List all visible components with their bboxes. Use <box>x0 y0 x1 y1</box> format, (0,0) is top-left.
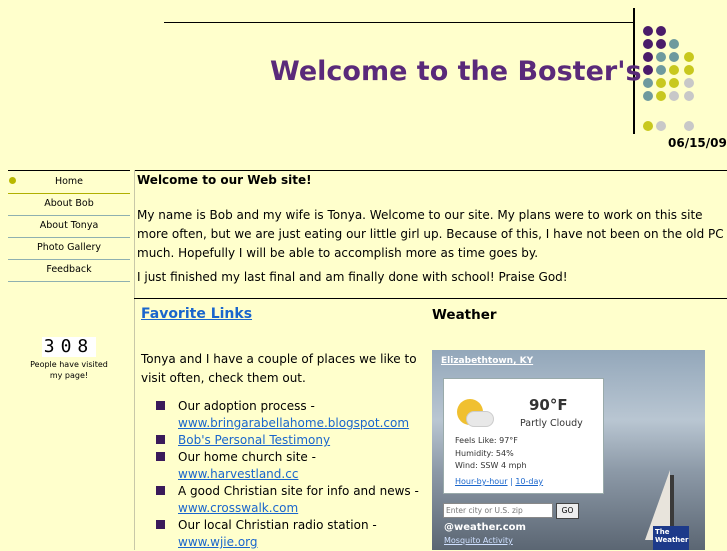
decorative-dot <box>643 26 653 36</box>
weather-forecast-links: Hour-by-hour | 10-day <box>455 477 543 486</box>
decorative-dot <box>684 78 694 88</box>
list-item: Bob's Personal Testimony <box>156 432 426 449</box>
decorative-dot <box>643 52 653 62</box>
decorative-dot <box>643 121 653 131</box>
nav-item-label: About Tonya <box>39 220 99 231</box>
nav-item-about-bob[interactable]: About Bob <box>8 194 130 216</box>
list-item: A good Christian site for info and news … <box>156 483 426 517</box>
nav-item-about-tonya[interactable]: About Tonya <box>8 216 130 238</box>
decorative-dot <box>643 39 653 49</box>
bullet-icon <box>156 452 165 461</box>
link-radio[interactable]: www.wjie.org <box>178 535 258 549</box>
content-rule <box>134 170 727 171</box>
weather-brand: @weather.com <box>444 522 526 533</box>
link-adoption-blog[interactable]: www.bringarabellahome.blogspot.com <box>178 416 409 430</box>
decorative-dot <box>656 65 666 75</box>
weather-details: Feels Like: 97°F Humidity: 54% Wind: SSW… <box>455 435 527 473</box>
bullet-icon <box>156 520 165 529</box>
weather-location-link[interactable]: Elizabethtown, KY <box>441 356 533 366</box>
favorite-links-heading[interactable]: Favorite Links <box>141 306 252 322</box>
header-rule <box>164 22 634 23</box>
decorative-dot <box>643 91 653 101</box>
active-bullet-icon <box>9 177 16 184</box>
nav-item-label: Home <box>54 176 84 187</box>
bullet-icon <box>156 401 165 410</box>
forecast-link-separator: | <box>510 477 513 486</box>
decorative-dot <box>656 39 666 49</box>
nav-item-label: Feedback <box>46 264 92 275</box>
decorative-dot <box>656 121 666 131</box>
weather-temperature: 90°F <box>529 396 568 414</box>
link-description: Our local Christian radio station - <box>178 518 377 532</box>
weather-go-button[interactable]: GO <box>556 503 579 519</box>
weather-heading: Weather <box>432 307 497 323</box>
site-title: Welcome to the Boster's <box>270 56 642 87</box>
sidebar-rule <box>8 170 130 171</box>
welcome-intro: My name is Bob and my wife is Tonya. Wel… <box>137 208 724 260</box>
ten-day-forecast-link[interactable]: 10-day <box>515 477 543 486</box>
list-item: Our local Christian radio station - www.… <box>156 517 426 551</box>
list-item: Our adoption process - www.bringarabella… <box>156 398 426 432</box>
decorative-dot <box>656 78 666 88</box>
link-description: A good Christian site for info and news … <box>178 484 419 498</box>
sidebar-nav: Home About Bob About Tonya Photo Gallery… <box>8 172 130 282</box>
page-date: 06/15/09 <box>668 136 727 150</box>
decorative-dot <box>684 65 694 75</box>
link-description: Our adoption process - <box>178 399 315 413</box>
link-crosswalk[interactable]: www.crosswalk.com <box>178 501 298 515</box>
sidebar-divider <box>134 170 135 550</box>
nav-item-photo-gallery[interactable]: Photo Gallery <box>8 238 130 260</box>
decorative-dot-grid <box>638 26 727 136</box>
weather-condition: Partly Cloudy <box>520 418 583 429</box>
favorites-intro: Tonya and I have a couple of places we l… <box>141 352 417 385</box>
mosquito-activity-link[interactable]: Mosquito Activity <box>444 536 513 545</box>
nav-item-label: Photo Gallery <box>37 242 101 253</box>
link-church[interactable]: www.harvestland.cc <box>178 467 298 481</box>
link-description: Our home church site - <box>178 450 316 464</box>
nav-item-feedback[interactable]: Feedback <box>8 260 130 282</box>
decorative-dot <box>656 26 666 36</box>
list-item: Our home church site - www.harvestland.c… <box>156 449 426 483</box>
decorative-dot <box>684 91 694 101</box>
hit-counter-digits: 308 <box>41 336 97 357</box>
hourly-forecast-link[interactable]: Hour-by-hour <box>455 477 508 486</box>
cloud-icon <box>466 411 494 427</box>
weather-card: 90°F Partly Cloudy Feels Like: 97°F Humi… <box>443 378 604 494</box>
hit-counter: 308 People have visited my page! <box>30 336 108 381</box>
decorative-dot <box>656 91 666 101</box>
decorative-dot <box>684 52 694 62</box>
decorative-dot <box>643 65 653 75</box>
weather-feels-like: Feels Like: 97°F <box>455 436 518 445</box>
bullet-icon <box>156 435 165 444</box>
hit-counter-caption: People have visited my page! <box>30 360 108 380</box>
decorative-dot <box>669 65 679 75</box>
link-testimony[interactable]: Bob's Personal Testimony <box>178 433 330 447</box>
weather-humidity: Humidity: 54% <box>455 448 514 458</box>
weather-widget: Elizabethtown, KY 90°F Partly Cloudy Fee… <box>432 350 705 550</box>
decorative-dot <box>684 121 694 131</box>
decorative-dot <box>669 52 679 62</box>
favorite-links-list: Our adoption process - www.bringarabella… <box>156 398 426 551</box>
nav-item-home[interactable]: Home <box>8 172 130 194</box>
decorative-dot <box>669 39 679 49</box>
weather-channel-logo[interactable]: The Weather <box>653 526 689 550</box>
decorative-dot <box>656 52 666 62</box>
decorative-dot <box>669 91 679 101</box>
welcome-finished: I just finished my last final and am fin… <box>137 270 568 284</box>
weather-wind: Wind: SSW 4 mph <box>455 461 527 470</box>
section-rule <box>134 298 727 299</box>
nav-item-label: About Bob <box>44 198 94 209</box>
weather-location-input[interactable] <box>443 503 553 518</box>
bullet-icon <box>156 486 165 495</box>
decorative-dot <box>643 78 653 88</box>
welcome-heading: Welcome to our Web site! <box>137 173 312 187</box>
decorative-dot <box>669 78 679 88</box>
